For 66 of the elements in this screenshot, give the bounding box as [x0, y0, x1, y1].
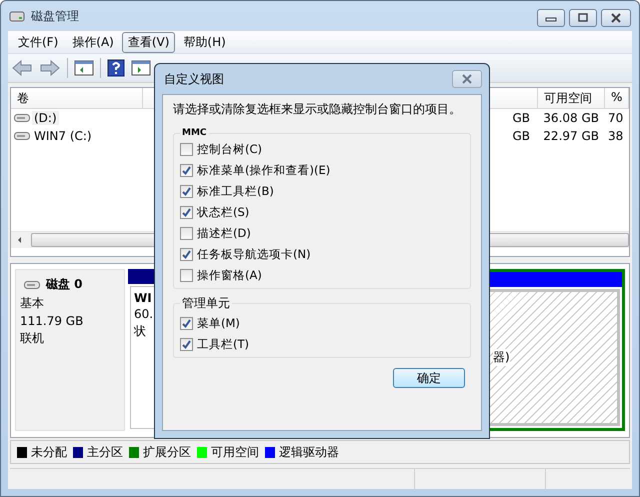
partition-label: WI [134, 291, 152, 305]
drive-icon [14, 113, 30, 123]
ok-button[interactable]: 确定 [393, 368, 465, 388]
menu-item[interactable]: 操作(A) [66, 32, 120, 52]
volume-name[interactable]: (D:) [32, 111, 59, 125]
table-cell-text: GB [511, 129, 531, 143]
disk-size: 111.79 GB [20, 314, 84, 328]
column-header[interactable]: % [605, 88, 629, 108]
back-arrow-icon[interactable] [11, 59, 33, 77]
menu-item[interactable]: 文件(F) [12, 32, 64, 52]
panel-icon[interactable] [74, 59, 94, 77]
table-cell-text: GB [511, 111, 531, 125]
window-title: 磁盘管理 [31, 8, 79, 24]
checkbox[interactable] [180, 206, 193, 218]
column-header[interactable]: 可用空间 [538, 88, 605, 108]
table-cell-text: 22.97 GB [542, 129, 600, 143]
checkbox[interactable] [180, 316, 193, 330]
legend-label: 扩展分区 [143, 444, 191, 460]
table-cell-text: 70 [607, 111, 624, 125]
disk-type: 基本 [20, 295, 45, 312]
checkbox-label[interactable]: 控制台树(C) [197, 142, 262, 156]
checkbox-label[interactable]: 操作窗格(A) [197, 268, 262, 282]
table-cell-text: 38 [607, 129, 624, 143]
checkbox-label[interactable]: 工具栏(T) [197, 336, 249, 352]
checkbox-label[interactable]: 状态栏(S) [197, 204, 250, 220]
partition-label: 器) [493, 349, 510, 366]
group-title: 管理单元 [181, 295, 231, 312]
checkbox[interactable] [180, 142, 193, 156]
checkbox[interactable] [180, 338, 193, 350]
checkbox[interactable] [180, 226, 193, 240]
legend-label: 主分区 [87, 444, 123, 460]
partition-label: 状 [134, 323, 146, 340]
table-cell-text: 36.08 GB [542, 111, 600, 125]
disk-name: 磁盘 0 [46, 276, 83, 293]
dialog-prompt: 请选择或清除复选框来显示或隐藏控制台窗口的项目。 [173, 101, 462, 118]
checkbox-label[interactable]: 菜单(M) [197, 316, 240, 330]
group-title: MMC [181, 128, 208, 138]
checkbox-label[interactable]: 描述栏(D) [197, 226, 251, 240]
maximize-icon [577, 13, 589, 23]
legend-label: 可用空间 [211, 444, 259, 460]
drive-icon [14, 131, 30, 141]
checkbox-label[interactable]: 标准工具栏(B) [197, 184, 274, 198]
close-icon [460, 74, 474, 84]
help-icon[interactable] [107, 59, 125, 77]
panel-icon[interactable] [131, 59, 151, 77]
minimize-button[interactable] [537, 9, 565, 27]
disk-status: 联机 [20, 330, 45, 347]
partition-label: 60. [134, 307, 154, 321]
close-icon [609, 13, 623, 23]
checkbox[interactable] [180, 268, 193, 282]
menu-item[interactable]: 查看(V) [122, 32, 176, 52]
menu-item[interactable]: 帮助(H) [177, 32, 232, 52]
checkbox[interactable] [180, 164, 193, 176]
drive-icon [24, 280, 40, 290]
legend-label: 未分配 [31, 444, 67, 460]
checkbox-label[interactable]: 标准菜单(操作和查看)(E) [197, 162, 330, 178]
forward-arrow-icon[interactable] [39, 59, 61, 77]
legend-label: 逻辑驱动器 [279, 444, 339, 460]
column-header[interactable]: 卷 [11, 88, 143, 108]
volume-name[interactable]: WIN7 (C:) [32, 129, 94, 143]
checkbox[interactable] [180, 248, 193, 260]
checkbox[interactable] [180, 184, 193, 198]
checkbox-label[interactable]: 任务板导航选项卡(N) [197, 246, 311, 262]
dialog-title: 自定义视图 [164, 70, 224, 88]
close-button[interactable] [601, 9, 631, 27]
maximize-button[interactable] [569, 9, 597, 27]
